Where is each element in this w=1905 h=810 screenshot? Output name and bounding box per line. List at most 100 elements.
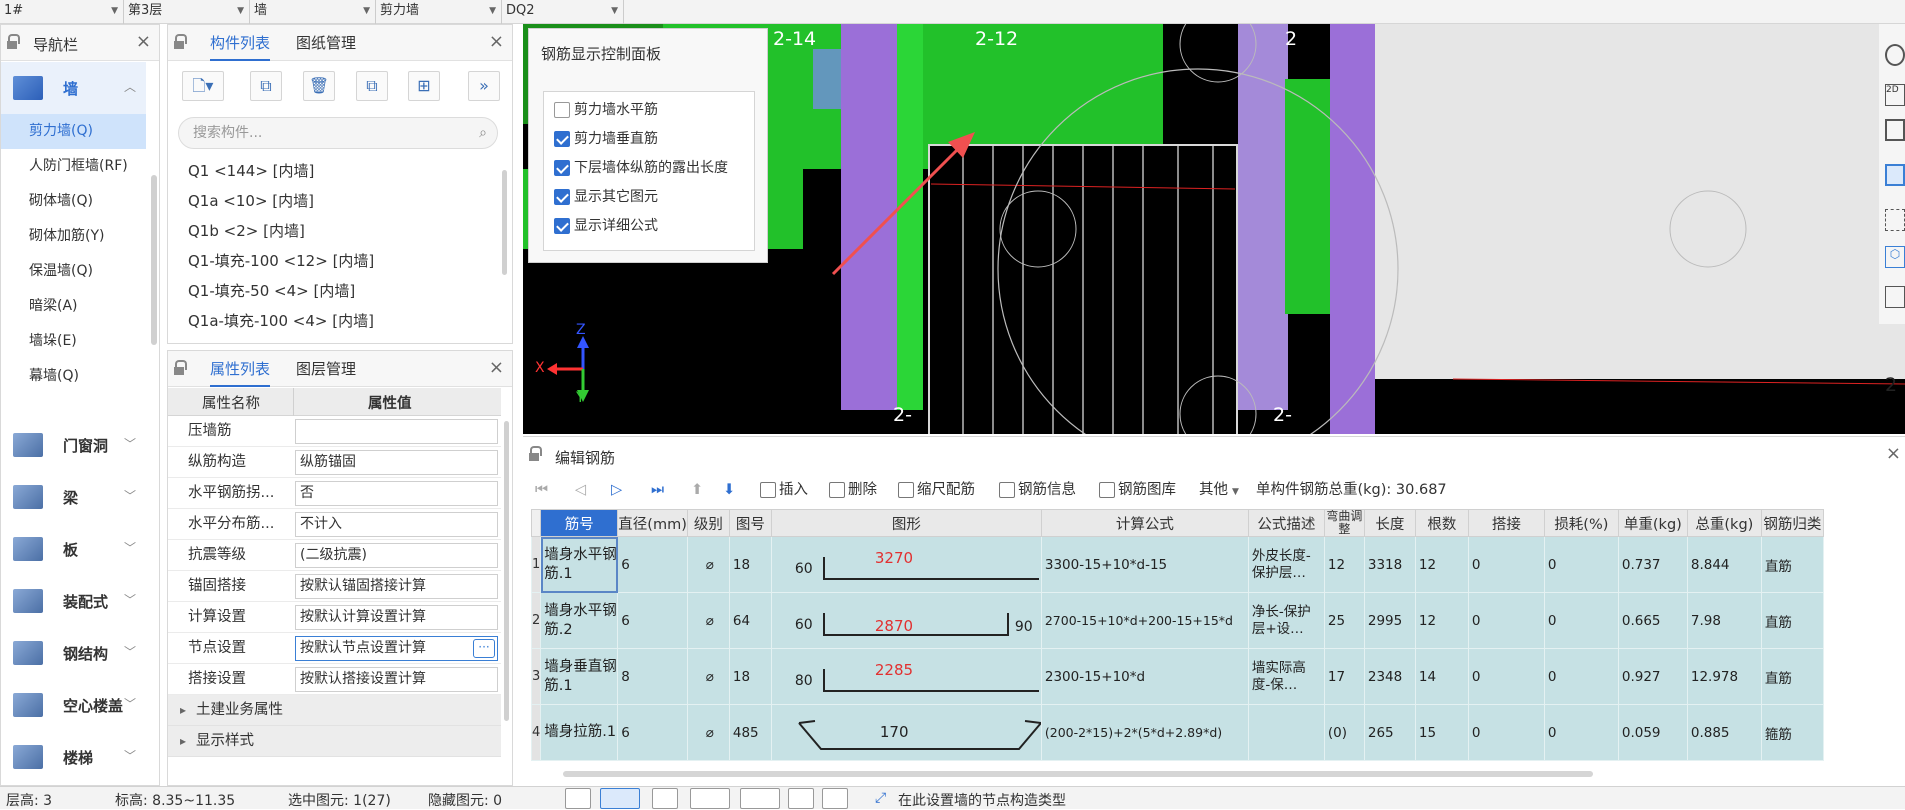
prev-record-icon[interactable]: ◁ xyxy=(575,480,586,500)
tab-layer-manage[interactable]: 图层管理 xyxy=(296,351,356,387)
bend-cell[interactable]: 12 xyxy=(1323,536,1365,593)
col-header[interactable]: 损耗(%) xyxy=(1543,509,1619,537)
option-show-detailed-formula[interactable]: 显示详细公式 xyxy=(554,214,658,238)
diameter-cell[interactable]: 8 xyxy=(617,648,688,705)
delete-rebar-button[interactable]: 删除 xyxy=(829,480,877,500)
diameter-cell[interactable]: 6 xyxy=(617,592,688,649)
unit-weight-cell[interactable]: 0.927 xyxy=(1617,648,1688,705)
nav-sub-masonry-rebar[interactable]: 砌体加筋(Y) xyxy=(1,219,146,254)
property-value-node[interactable]: 按默认节点设置计算 ··· xyxy=(295,636,498,661)
count-cell[interactable]: 14 xyxy=(1414,648,1469,705)
nav-cat-slab[interactable]: 板 ﹀ xyxy=(1,523,146,575)
loss-cell[interactable]: 0 xyxy=(1543,592,1619,649)
subtype-select[interactable]: 剪力墙 ▼ xyxy=(376,0,502,24)
total-weight-cell[interactable]: 0.885 xyxy=(1686,704,1762,761)
grade-cell[interactable]: ⌀ xyxy=(686,648,730,705)
property-value[interactable]: 纵筋锚固 xyxy=(295,450,498,475)
nav-scrollbar[interactable] xyxy=(151,175,157,345)
figure-no-cell[interactable]: 18 xyxy=(728,536,772,593)
total-weight-cell[interactable]: 12.978 xyxy=(1686,648,1762,705)
insert-button[interactable]: 插入 xyxy=(760,480,808,500)
angle-icon[interactable] xyxy=(690,788,730,809)
property-group-display[interactable]: 显示样式 xyxy=(168,726,501,757)
col-header[interactable]: 直径(mm) xyxy=(617,509,688,537)
tab-drawing-manage[interactable]: 图纸管理 xyxy=(296,25,356,61)
lap-cell[interactable]: 0 xyxy=(1467,592,1545,649)
nav-sub-curtain-wall[interactable]: 幕墙(Q) xyxy=(1,359,146,394)
property-value[interactable]: 按默认搭接设置计算 xyxy=(295,667,498,692)
component-scrollbar[interactable] xyxy=(502,170,507,275)
col-header[interactable]: 公式描述 xyxy=(1247,509,1325,537)
diameter-cell[interactable]: 6 xyxy=(617,704,688,761)
col-header[interactable]: 搭接 xyxy=(1467,509,1545,537)
new-component-button[interactable]: 🗋▾ xyxy=(182,71,224,101)
nav-cat-steel[interactable]: 钢结构 ﹀ xyxy=(1,627,146,679)
option-shear-wall-horizontal[interactable]: 剪力墙水平筋 xyxy=(554,98,658,122)
duplicate-button[interactable]: ⧉ xyxy=(356,71,388,101)
component-select[interactable]: DQ2 ▼ xyxy=(502,0,624,24)
rebar-name-cell[interactable]: 墙身拉筋.1 xyxy=(540,704,619,761)
category-cell[interactable]: 直筋 xyxy=(1760,592,1824,649)
shape-cell[interactable]: 60 3270 xyxy=(770,536,1042,593)
property-scrollbar[interactable] xyxy=(504,421,509,721)
orbit-icon[interactable] xyxy=(1885,44,1905,66)
other-menu-button[interactable]: 其他 ▼ xyxy=(1199,480,1239,502)
nav-sub-masonry-wall[interactable]: 砌体墙(Q) xyxy=(1,184,146,219)
option-shear-wall-vertical[interactable]: 剪力墙垂直筋 xyxy=(554,127,658,151)
list-item[interactable]: Q1a <10> [内墙] xyxy=(188,186,508,216)
col-header[interactable]: 长度 xyxy=(1363,509,1416,537)
cross-select-icon[interactable] xyxy=(652,788,678,809)
nav-cat-prefab[interactable]: 装配式 ﹀ xyxy=(1,575,146,627)
nav-cat-wall[interactable]: 墙 ︿ xyxy=(1,62,146,114)
property-value[interactable]: 按默认锚固搭接计算 xyxy=(295,574,498,599)
col-header[interactable]: 计算公式 xyxy=(1040,509,1249,537)
next-record-icon[interactable]: ▷ xyxy=(611,480,622,500)
bend-cell[interactable]: 25 xyxy=(1323,592,1365,649)
close-icon[interactable]: × xyxy=(489,357,504,378)
formula-cell[interactable]: 2300-15+10*d xyxy=(1040,648,1249,705)
list-item[interactable]: Q1 <144> [内墙] xyxy=(188,156,508,186)
list-item[interactable]: Q1-填充-100 <12> [内墙] xyxy=(188,246,508,276)
table-row[interactable]: 3 墙身垂直钢筋.1 8 ⌀ 18 80 2285 2300-15+10*d 墙… xyxy=(530,648,1824,705)
close-icon[interactable]: × xyxy=(136,31,151,52)
col-header[interactable]: 钢筋归类 xyxy=(1760,509,1824,537)
unit-weight-cell[interactable]: 0.665 xyxy=(1617,592,1688,649)
shape-cell[interactable]: 80 2285 xyxy=(770,648,1042,705)
nav-sub-insulation-wall[interactable]: 保温墙(Q) xyxy=(1,254,146,289)
figure-no-cell[interactable]: 64 xyxy=(728,592,772,649)
total-weight-cell[interactable]: 8.844 xyxy=(1686,536,1762,593)
tab-property-list[interactable]: 属性列表 xyxy=(210,351,271,387)
rebar-name-cell[interactable]: 墙身垂直钢筋.1 xyxy=(540,648,619,705)
dimension-icon[interactable] xyxy=(822,788,848,809)
view-cube-icon[interactable] xyxy=(1885,119,1905,141)
count-cell[interactable]: 12 xyxy=(1414,592,1469,649)
close-icon[interactable]: × xyxy=(1886,443,1901,464)
property-value[interactable]: (二级抗震) xyxy=(295,543,498,568)
property-value[interactable] xyxy=(295,419,498,444)
list-item[interactable]: Q1b <2> [内墙] xyxy=(188,216,508,246)
col-header[interactable]: 弯曲调整 xyxy=(1323,509,1365,537)
nav-sub-hidden-beam[interactable]: 暗梁(A) xyxy=(1,289,146,324)
formula-cell[interactable]: 3300-15+10*d-15 xyxy=(1040,536,1249,593)
layer-copy-button[interactable]: ⊞ xyxy=(408,71,440,101)
nav-sub-civil-door-wall[interactable]: 人防门框墙(RF) xyxy=(1,149,146,184)
property-value[interactable]: 否 xyxy=(295,481,498,506)
unit-weight-cell[interactable]: 0.737 xyxy=(1617,536,1688,593)
desc-cell[interactable]: 净长-保护层+设… xyxy=(1247,592,1325,649)
loss-cell[interactable]: 0 xyxy=(1543,704,1619,761)
scale-rebar-button[interactable]: 缩尺配筋 xyxy=(898,480,975,500)
grade-cell[interactable]: ⌀ xyxy=(686,536,730,593)
desc-cell[interactable] xyxy=(1247,704,1325,761)
loss-cell[interactable]: 0 xyxy=(1543,536,1619,593)
count-cell[interactable]: 12 xyxy=(1414,536,1469,593)
select-mode-icon[interactable] xyxy=(600,788,640,809)
lap-cell[interactable]: 0 xyxy=(1467,536,1545,593)
list-view-icon[interactable] xyxy=(1885,286,1905,308)
shape-cell[interactable]: 170 xyxy=(770,704,1042,761)
rebar-name-cell[interactable]: 墙身水平钢筋.2 xyxy=(540,592,619,649)
type-select[interactable]: 墙 ▼ xyxy=(250,0,376,24)
rebar-library-button[interactable]: 钢筋图库 xyxy=(1099,480,1176,500)
select-region-icon[interactable] xyxy=(1885,209,1905,231)
nav-sub-shear-wall[interactable]: 剪力墙(Q) xyxy=(1,114,146,149)
property-group-civil[interactable]: 土建业务属性 xyxy=(168,695,501,726)
